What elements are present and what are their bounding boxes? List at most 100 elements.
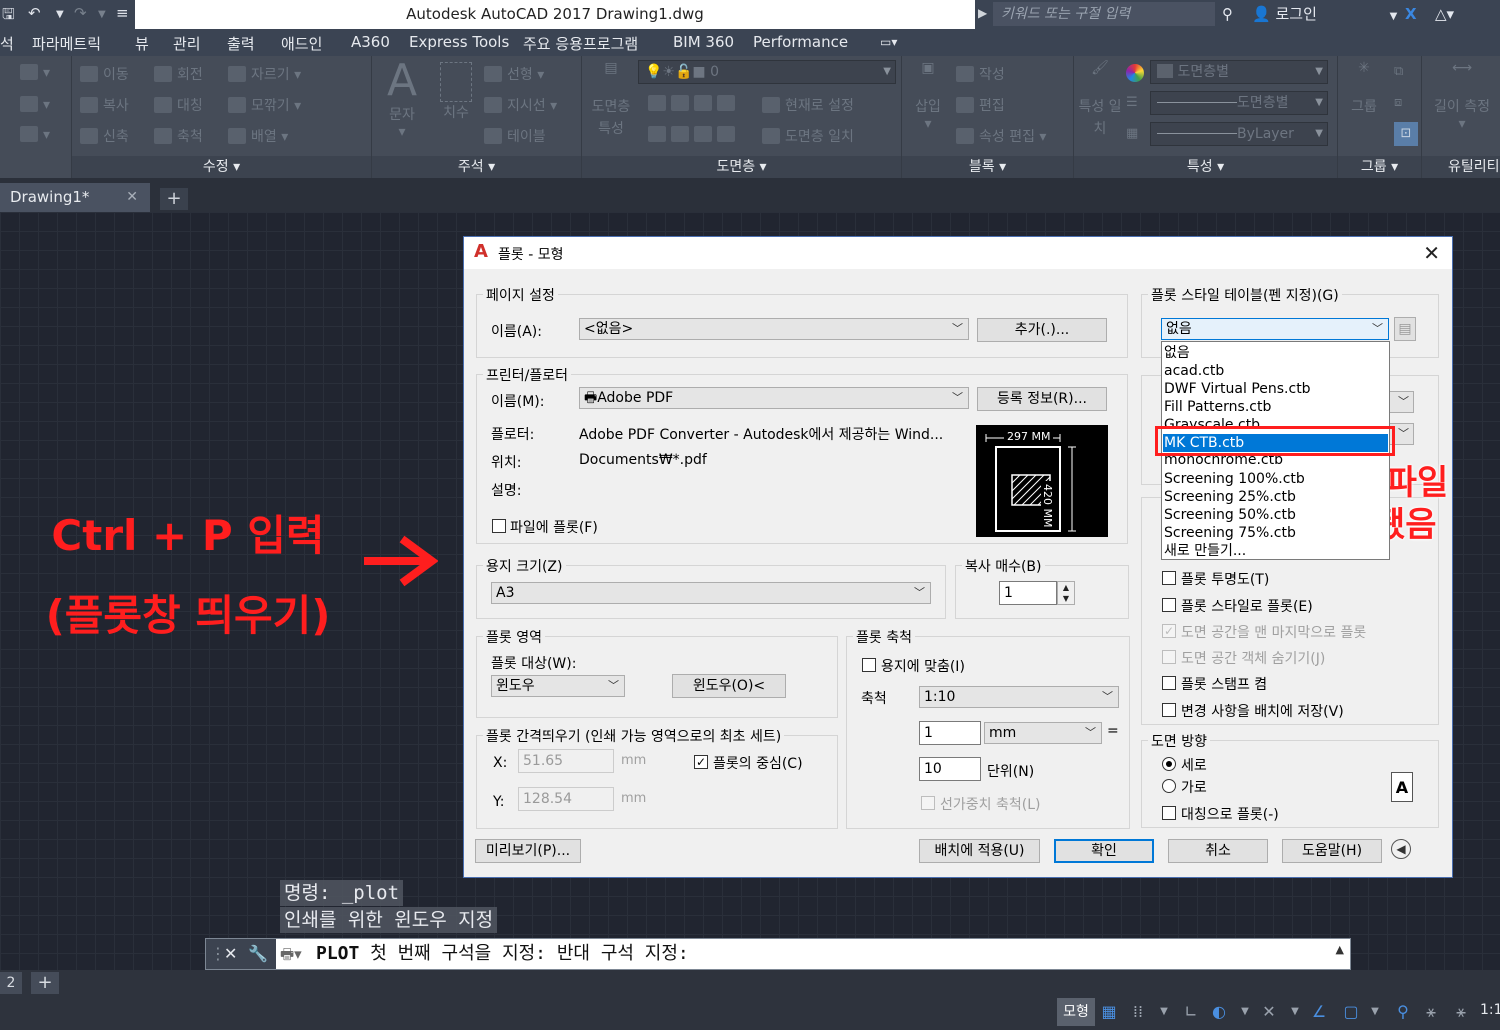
make-current-tool[interactable]: 현재로 설정 xyxy=(762,95,854,115)
trim-tool[interactable]: 자르기 ▾ xyxy=(228,64,301,84)
create-block-tool[interactable]: 작성 xyxy=(956,64,1005,84)
group-select-icon[interactable]: ⊡ xyxy=(1394,122,1418,146)
grid-icon[interactable]: ▦ xyxy=(1096,1000,1122,1024)
offset-y-input[interactable]: 128.54 xyxy=(518,787,614,811)
modify-panel-title[interactable]: 수정 ▾ xyxy=(72,156,371,178)
dropdown-option[interactable]: Screening 25%.ctb xyxy=(1163,488,1388,506)
copies-input[interactable]: 1 xyxy=(999,581,1057,605)
snap-icon[interactable]: ⁞⁞ xyxy=(1125,1000,1151,1024)
edit-style-table-button[interactable]: ▤ xyxy=(1394,317,1416,341)
binoculars-icon[interactable]: ⚲ xyxy=(1222,0,1244,29)
copy-tool[interactable]: 복사 xyxy=(80,95,129,115)
rotate-tool[interactable]: 회전 xyxy=(154,64,203,84)
polar-icon[interactable]: ◐ xyxy=(1206,1000,1232,1024)
plot-with-styles-checkbox[interactable] xyxy=(1162,598,1176,612)
group-edit-icon[interactable]: ⧈ xyxy=(1394,95,1402,110)
chevron-down-icon[interactable]: ▼ xyxy=(1151,1000,1177,1024)
redo-icon[interactable]: ↷ xyxy=(74,4,87,22)
tab-partial[interactable]: 석 xyxy=(0,33,14,54)
command-line[interactable]: ⋮ ✕ 🔧 🖶▾ PLOT 첫 번째 구석을 지정: 반대 구석 지정: ▲ xyxy=(205,938,1351,970)
annotation-scale-icon[interactable]: ⚲ xyxy=(1390,1000,1416,1024)
save-icon[interactable]: 🖫 xyxy=(2,4,15,29)
login-button[interactable]: 👤 로그인 ▼ xyxy=(1252,0,1402,31)
dropdown-option[interactable]: Screening 50%.ctb xyxy=(1163,506,1388,524)
landscape-radio[interactable] xyxy=(1162,779,1176,793)
tab-addins[interactable]: 애드인 xyxy=(281,33,322,54)
tab-output[interactable]: 출력 xyxy=(227,33,255,54)
tab-drawing1[interactable]: Drawing1* ✕ xyxy=(0,183,150,212)
dropdown-option[interactable]: Screening 75%.ctb xyxy=(1163,524,1388,542)
close-icon[interactable]: ✕ xyxy=(224,939,237,969)
layer-tools-row[interactable] xyxy=(648,95,740,112)
dropdown-option[interactable]: acad.ctb xyxy=(1163,362,1388,380)
new-tab-button[interactable]: + xyxy=(160,188,188,210)
tab-express-tools[interactable]: Express Tools xyxy=(409,33,509,51)
add-page-setup-button[interactable]: 추가(.)... xyxy=(977,318,1107,342)
dropdown-option[interactable]: 새로 만들기... xyxy=(1163,542,1388,560)
model-space-button[interactable]: 모형 xyxy=(1057,998,1095,1026)
lineweight-combo[interactable]: ByLayer ▼ xyxy=(1150,122,1328,146)
layout-tab[interactable]: 2 xyxy=(0,972,22,994)
paper-size-select[interactable]: A3 ﹀ xyxy=(491,582,931,604)
array-tool[interactable]: 배열 ▾ xyxy=(228,126,288,146)
tab-featured-apps[interactable]: 주요 응용프로그램 xyxy=(523,33,638,54)
close-icon[interactable]: ✕ xyxy=(126,183,138,212)
wrench-icon[interactable]: 🔧 xyxy=(248,939,268,969)
table-tool[interactable]: 테이블 xyxy=(484,126,546,146)
save-changes-checkbox[interactable] xyxy=(1162,703,1176,717)
scale-lineweights-checkbox[interactable] xyxy=(921,796,935,810)
draw-tool-icon[interactable]: ▾ xyxy=(20,126,50,143)
groups-panel-title[interactable]: 그룹 ▾ xyxy=(1338,156,1421,178)
dropdown-option[interactable]: Fill Patterns.ctb xyxy=(1163,398,1388,416)
leader-tool[interactable]: 지시선 ▾ xyxy=(484,95,557,115)
text-tool[interactable]: A 문자 ▾ xyxy=(382,58,422,141)
dimension-tool[interactable]: 치수 xyxy=(434,62,478,122)
portrait-radio[interactable] xyxy=(1162,757,1176,771)
tab-performance[interactable]: Performance xyxy=(753,33,848,51)
annotation-visibility-icon[interactable]: ⚹ xyxy=(1418,1000,1444,1024)
scale-unit-select[interactable]: mm ﹀ xyxy=(984,722,1102,744)
spin-down-icon[interactable]: ▼ xyxy=(1058,593,1074,604)
exchange-icon[interactable]: X xyxy=(1405,0,1417,29)
printer-properties-button[interactable]: 등록 정보(R)... xyxy=(977,387,1107,411)
osnap-track-icon[interactable]: ✕ xyxy=(1256,1000,1282,1024)
close-icon[interactable]: ✕ xyxy=(1423,241,1440,265)
hide-paperspace-objects-checkbox[interactable] xyxy=(1162,650,1176,664)
scale-tool[interactable]: 축척 xyxy=(154,126,203,146)
recent-commands-icon[interactable]: 🖶▾ xyxy=(280,944,310,964)
plot-stamp-checkbox[interactable] xyxy=(1162,676,1176,690)
plot-transparency-checkbox[interactable] xyxy=(1162,571,1176,585)
tab-manage[interactable]: 관리 xyxy=(173,33,201,54)
a360-icon[interactable]: △▾ xyxy=(1435,0,1454,29)
center-plot-checkbox[interactable]: ✓ xyxy=(694,755,708,769)
fit-to-paper-checkbox[interactable] xyxy=(862,658,876,672)
ortho-icon[interactable]: ∟ xyxy=(1178,1000,1204,1024)
chevron-down-icon[interactable]: ▼ xyxy=(1282,1000,1308,1024)
ribbon-minimize-icon[interactable]: ▭▾ xyxy=(880,35,897,49)
search-input[interactable]: 키워드 또는 구절 입력 xyxy=(993,2,1215,26)
utilities-panel-title[interactable]: 유틸리티 xyxy=(1422,156,1500,178)
plot-upside-down-checkbox[interactable] xyxy=(1162,806,1176,820)
chevron-down-icon[interactable]: ▼ xyxy=(1362,1000,1388,1024)
mirror-tool[interactable]: 대칭 xyxy=(154,95,203,115)
plot-to-file-checkbox[interactable] xyxy=(492,519,506,533)
match-properties-tool[interactable]: 🖌 특성 일치 xyxy=(1078,60,1122,140)
window-pick-button[interactable]: 윈도우(O)< xyxy=(672,674,786,698)
preview-button[interactable]: 미리보기(P)... xyxy=(475,839,581,863)
block-panel-title[interactable]: 블록 ▾ xyxy=(902,156,1073,178)
measure-tool[interactable]: ⟷ 길이 측정 ▾ xyxy=(1432,60,1492,132)
osnap-icon[interactable]: ▢ xyxy=(1338,1000,1364,1024)
scale-value2-input[interactable]: 10 xyxy=(919,757,981,781)
printer-name-select[interactable]: 🖶Adobe PDF ﹀ xyxy=(579,387,969,409)
history-toggle-icon[interactable]: ▲ xyxy=(1336,943,1344,956)
color-combo[interactable]: 도면층별 ▼ xyxy=(1150,60,1328,84)
plot-what-select[interactable]: 윈도우 ﹀ xyxy=(491,675,625,697)
undo-dropdown-icon[interactable]: ▼ xyxy=(56,9,64,20)
cancel-button[interactable]: 취소 xyxy=(1168,839,1268,863)
help-button[interactable]: 도움말(H) xyxy=(1282,839,1382,863)
match-layer-tool[interactable]: 도면층 일치 xyxy=(762,126,854,146)
spin-up-icon[interactable]: ▲ xyxy=(1058,582,1074,593)
draw-tool-icon[interactable]: ▾ xyxy=(20,64,50,81)
layer-tools-row-2[interactable] xyxy=(648,126,740,143)
dropdown-option[interactable]: Screening 100%.ctb xyxy=(1163,470,1388,488)
